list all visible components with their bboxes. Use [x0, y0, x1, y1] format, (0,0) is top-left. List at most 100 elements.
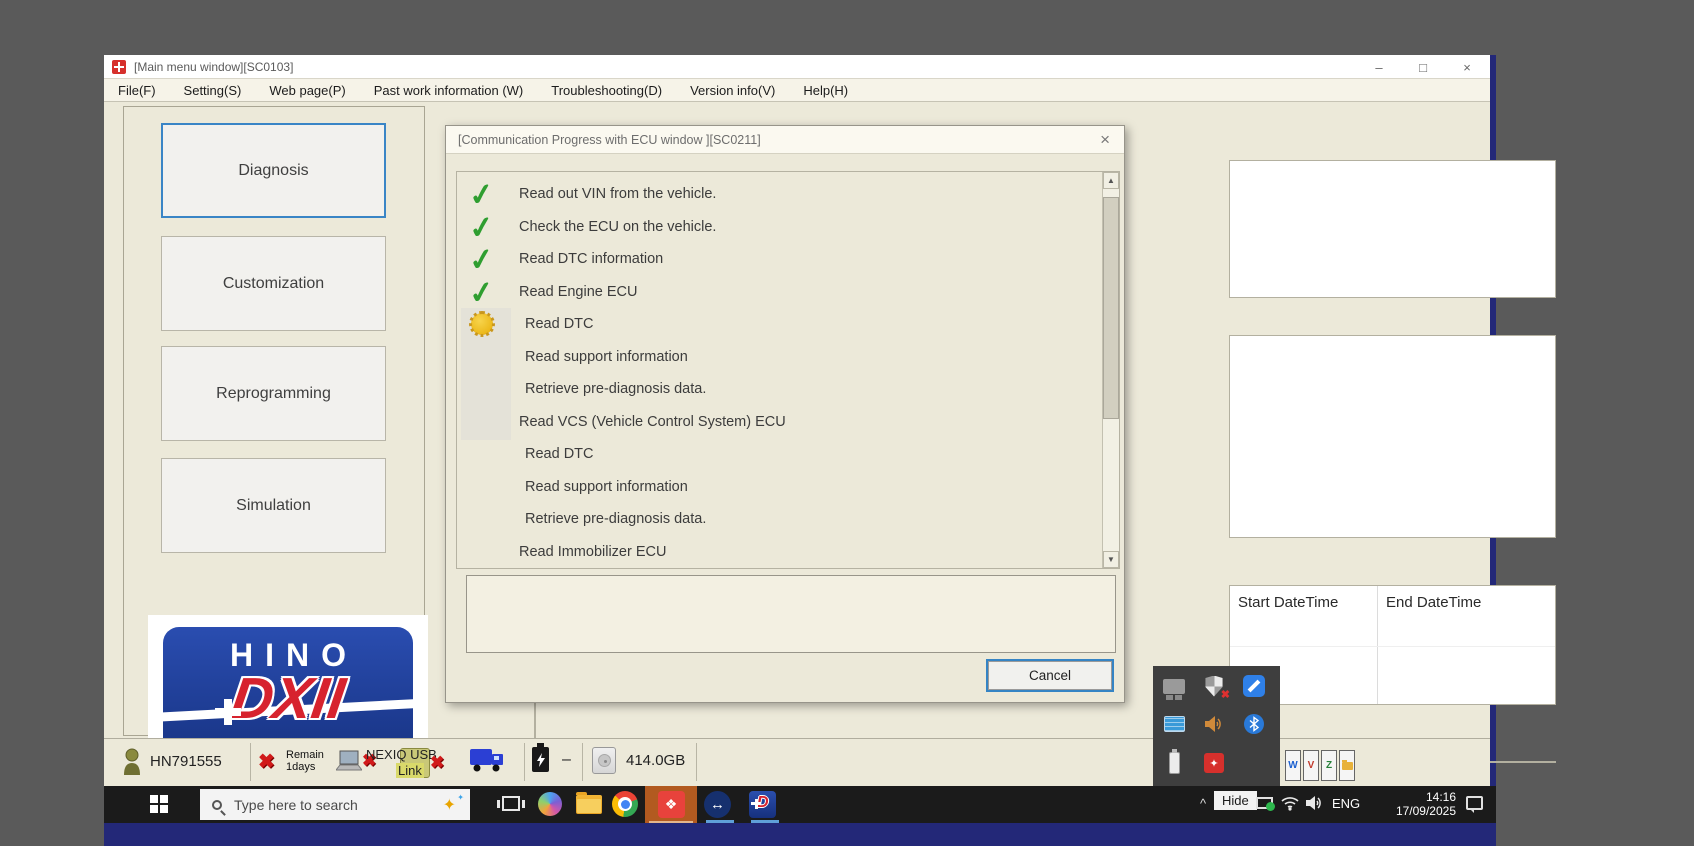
menu-help[interactable]: Help(H): [803, 83, 848, 98]
copilot-button[interactable]: [538, 792, 562, 816]
table-row-divider: [1230, 646, 1555, 647]
defender-alert-badge-icon: ✖: [1220, 689, 1230, 701]
taskbar: Type here to search ✦ ✦ ❖ ↔ D ^ Hide ENG…: [104, 786, 1496, 823]
device-link-text: Link: [396, 763, 424, 778]
customization-button[interactable]: Customization: [161, 236, 386, 331]
remain-label: Remain: [286, 749, 324, 761]
reprogramming-button[interactable]: Reprogramming: [161, 346, 386, 441]
hard-disk-icon: [592, 747, 616, 774]
menu-past-work-information[interactable]: Past work information (W): [374, 83, 524, 98]
menu-setting[interactable]: Setting(S): [184, 83, 242, 98]
truck-icon: [470, 749, 503, 772]
communication-progress-dialog: [Communication Progress with ECU window …: [445, 125, 1125, 703]
simulation-button[interactable]: Simulation: [161, 458, 386, 553]
maximize-button[interactable]: □: [1414, 60, 1432, 75]
status-separator: [696, 743, 697, 781]
language-indicator[interactable]: ENG: [1332, 796, 1360, 811]
remain-days: 1days: [286, 761, 316, 773]
hino-dx-active-app-button[interactable]: ❖: [645, 786, 697, 823]
status-separator: [582, 743, 583, 781]
laptop-icon: [336, 750, 362, 771]
dialog-title-bar[interactable]: [Communication Progress with ECU window …: [446, 126, 1124, 154]
task-label: Retrieve pre-diagnosis data.: [525, 381, 707, 398]
nexiq-red-cross-right-icon: ✖: [430, 753, 445, 772]
check-icon: ✓: [466, 209, 497, 247]
task-row: Read VCS (Vehicle Control System) ECU: [457, 406, 1119, 439]
dialog-close-icon[interactable]: ×: [1100, 130, 1110, 150]
usb-device-icon[interactable]: [1168, 749, 1180, 774]
task-row: Read DTC: [457, 308, 1119, 341]
search-icon: [212, 799, 222, 810]
task-label: Read DTC: [525, 446, 594, 463]
volume-icon[interactable]: [1203, 714, 1225, 734]
diagnosis-button[interactable]: Diagnosis: [161, 123, 386, 218]
clock-date: 17/09/2025: [1395, 804, 1456, 818]
notification-center-icon[interactable]: [1466, 796, 1483, 813]
task-label: Read Immobilizer ECU: [519, 543, 667, 560]
task-label: Read support information: [525, 348, 688, 365]
task-rows: ✓ Read out VIN from the vehicle. ✓ Check…: [457, 172, 1119, 568]
task-list: ✓ Read out VIN from the vehicle. ✓ Check…: [456, 171, 1120, 569]
title-bar[interactable]: [Main menu window][SC0103] – □ ×: [104, 55, 1490, 79]
menu-bar: File(F) Setting(S) Web page(P) Past work…: [104, 79, 1490, 102]
touchpad-icon[interactable]: [1163, 678, 1185, 700]
shortcut-z-icon[interactable]: Z: [1321, 750, 1337, 781]
menu-web-page[interactable]: Web page(P): [269, 83, 345, 98]
shortcut-folder-icon[interactable]: [1339, 750, 1355, 781]
taskbar-search[interactable]: Type here to search ✦ ✦: [200, 789, 470, 820]
file-explorer-button[interactable]: [576, 792, 602, 814]
network-computer-icon[interactable]: [1163, 716, 1185, 732]
sparkle-dot-icon: ✦: [457, 793, 464, 802]
task-view-button[interactable]: [497, 796, 525, 811]
remote-monitor-icon[interactable]: [1256, 797, 1275, 811]
task-row: ✓ Read Engine ECU: [457, 275, 1119, 311]
logo-cross-icon: [215, 699, 241, 725]
check-icon: ✓: [466, 177, 497, 214]
desktop-bottom-strip: [104, 823, 1496, 846]
blue-app-icon[interactable]: [1243, 675, 1265, 697]
menu-file[interactable]: File(F): [118, 83, 156, 98]
menu-version-info[interactable]: Version info(V): [690, 83, 775, 98]
task-label: Read Engine ECU: [519, 283, 638, 300]
shortcut-tiles: W V Z: [1285, 750, 1355, 781]
taskbar-clock[interactable]: 14:16 17/09/2025: [1372, 790, 1456, 818]
column-header-start-datetime: Start DateTime: [1238, 594, 1339, 611]
hino-dxii-button[interactable]: D: [749, 791, 776, 818]
main-menu-panel: Diagnosis Customization Reprogramming Si…: [123, 106, 428, 787]
shortcut-w-icon[interactable]: W: [1285, 750, 1301, 781]
hide-tooltip[interactable]: Hide: [1214, 791, 1257, 810]
check-icon: ✓: [466, 242, 497, 279]
task-row: Read support information: [457, 341, 1119, 374]
task-row: Retrieve pre-diagnosis data.: [457, 373, 1119, 406]
main-menu-window: [Main menu window][SC0103] – □ × File(F)…: [104, 55, 1556, 787]
app-icon: [112, 59, 126, 74]
chrome-button[interactable]: [612, 791, 638, 817]
tray-chevron-icon[interactable]: ^: [1200, 796, 1206, 811]
menu-troubleshooting[interactable]: Troubleshooting(D): [551, 83, 662, 98]
task-row: Read DTC: [457, 438, 1119, 471]
start-button[interactable]: [150, 795, 168, 813]
task-row: Retrieve pre-diagnosis data.: [457, 503, 1119, 536]
tray-overflow-popup: ✖ ✦: [1153, 666, 1280, 786]
desktop: [Main menu window][SC0103] – □ × File(F)…: [0, 0, 1694, 846]
search-placeholder: Type here to search: [234, 796, 358, 813]
user-icon: [124, 748, 140, 775]
status-separator: [250, 743, 251, 781]
copilot-sparkle-icon: ✦: [442, 796, 456, 814]
task-label: Read VCS (Vehicle Control System) ECU: [519, 413, 786, 430]
user-id-text: HN791555: [150, 753, 222, 770]
wifi-icon[interactable]: [1280, 795, 1300, 811]
shortcut-v-icon[interactable]: V: [1303, 750, 1319, 781]
close-button[interactable]: ×: [1458, 60, 1476, 75]
speaker-icon[interactable]: [1304, 794, 1326, 812]
cancel-button[interactable]: Cancel: [986, 659, 1114, 692]
bluetooth-icon[interactable]: [1244, 714, 1264, 734]
task-row: ✓ Check the ECU on the vehicle.: [457, 209, 1119, 247]
dialog-title: [Communication Progress with ECU window …: [458, 132, 761, 147]
hino-dx-tray-icon[interactable]: ✦: [1204, 753, 1224, 773]
minimize-button[interactable]: –: [1370, 60, 1388, 75]
disk-space-text: 414.0GB: [626, 752, 686, 769]
task-row: Read support information: [457, 471, 1119, 504]
license-red-cross-icon: ✖: [258, 751, 275, 773]
teamviewer-button[interactable]: ↔: [704, 791, 731, 818]
